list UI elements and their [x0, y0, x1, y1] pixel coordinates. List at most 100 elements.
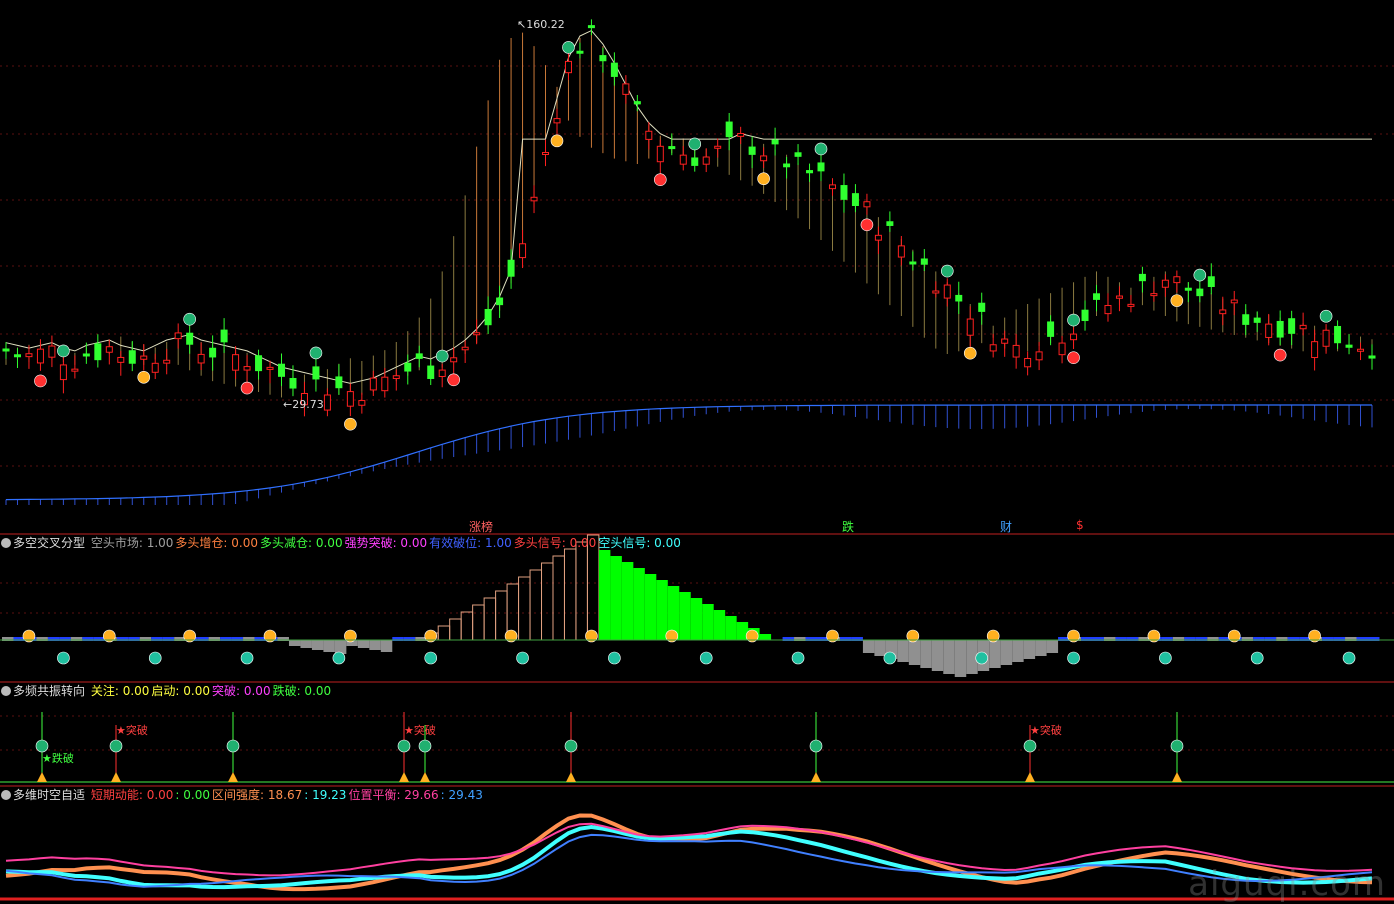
candle-body — [656, 145, 664, 163]
pressure-marker — [562, 41, 575, 54]
candle-body — [610, 62, 618, 77]
signal-label-4: ★突破 — [1030, 724, 1062, 737]
candle-body — [82, 353, 90, 357]
panel2-header: 多频共振转向 关注: 0.00 启动: 0.00 突破: 0.00 跌破: 0.00 — [0, 683, 335, 699]
signal-triangle — [37, 772, 47, 782]
candle-body — [1265, 323, 1273, 338]
candle-body — [966, 318, 974, 336]
indicator-4: 有效破位: 1.00 — [429, 536, 512, 550]
candle-body — [335, 376, 343, 389]
pressure-marker — [424, 651, 438, 665]
candle-body — [1368, 355, 1376, 359]
indicator-0: 空头市场: 1.00 — [90, 536, 174, 550]
gear-icon[interactable] — [1, 790, 11, 800]
signal-marker — [809, 739, 823, 753]
panel1-header: 多空交叉分型 空头市场: 1.00 多头增仓: 0.00 多头减仓: 0.00 强势突… — [0, 535, 685, 551]
candle-body — [1012, 344, 1020, 358]
candle-body — [714, 145, 722, 149]
candle-body — [461, 346, 469, 351]
candle-body — [473, 332, 481, 336]
candle-body — [94, 343, 102, 361]
candle-body — [1024, 357, 1032, 368]
candle-body — [668, 146, 676, 150]
lower-band-line — [5, 404, 1372, 501]
candle-body — [323, 394, 331, 411]
candle-body — [117, 356, 125, 363]
bull-bar-hollow — [541, 562, 554, 641]
event-label-dollar: $ — [1076, 518, 1084, 532]
pressure-marker — [608, 651, 621, 665]
bull-bar-hollow — [472, 604, 485, 641]
signal-label-2: ★突破 — [116, 724, 148, 737]
candle-body — [806, 170, 814, 174]
bear-bar — [1035, 640, 1047, 656]
signal-marker — [1170, 294, 1184, 307]
candle-body — [438, 369, 446, 377]
candle-body — [1150, 293, 1158, 297]
candle-body — [1127, 303, 1135, 307]
bull-bar-hollow — [518, 576, 531, 641]
bear-bar — [334, 640, 347, 654]
bear-bar — [931, 640, 944, 671]
watermark: aiguqi.com — [1188, 864, 1386, 904]
pressure-marker — [57, 651, 70, 665]
candle-body — [1115, 295, 1123, 299]
bull-bar-solid — [633, 568, 645, 640]
pressure-marker — [1067, 313, 1080, 327]
gear-icon[interactable] — [1, 686, 11, 696]
bull-bar-hollow — [437, 625, 451, 641]
candle-body — [1001, 338, 1009, 344]
signal-marker — [34, 374, 47, 388]
signal-marker — [757, 172, 770, 186]
grid-lines — [0, 65, 1394, 901]
bear-bar — [897, 640, 909, 662]
pressure-marker — [883, 651, 897, 665]
bull-bar-solid — [598, 550, 611, 640]
bull-bar-hollow — [460, 611, 474, 641]
pressure-marker — [148, 651, 162, 665]
pressure-marker — [183, 312, 196, 326]
candle-body — [771, 139, 779, 145]
signal-marker — [137, 370, 151, 384]
indicator-6: 空头信号: 0.00 — [598, 536, 681, 550]
bull-bar-hollow — [563, 548, 577, 641]
indicator-2: 突破: 0.00 — [212, 684, 271, 698]
bear-bar — [874, 640, 886, 656]
candle-body — [1161, 279, 1169, 288]
candle-body — [1138, 273, 1146, 282]
pressure-marker — [1159, 651, 1172, 665]
candle-body — [1345, 344, 1353, 348]
pressure-marker — [1193, 268, 1207, 282]
panel3-header: 多维时空自适 短期动能: 0.00: 0.00 区间强度: 18.67: 19.2… — [0, 787, 487, 803]
bull-bar-hollow — [495, 590, 508, 641]
candle-body — [128, 350, 136, 364]
candle-body — [450, 357, 458, 363]
pressure-marker — [940, 264, 954, 278]
indicator-4: 位置平衡: 29.66 — [348, 788, 439, 802]
bull-bar-solid — [644, 574, 657, 640]
bear-bar — [369, 640, 381, 650]
candle-body — [886, 221, 894, 226]
candle-body — [220, 329, 228, 343]
candle-body — [209, 347, 217, 358]
gear-icon[interactable] — [1, 538, 11, 548]
pressure-marker — [1319, 309, 1333, 323]
candle-body — [1184, 287, 1192, 291]
envelope-upper — [5, 29, 1372, 384]
signal-marker — [1170, 739, 1184, 753]
candle-body — [1334, 325, 1342, 344]
pressure-marker — [1250, 651, 1264, 665]
candle-body — [794, 152, 802, 157]
indicator-5: 多头信号: 0.00 — [513, 536, 597, 550]
candle-body — [622, 83, 630, 95]
candle-body — [702, 156, 710, 165]
pressure-marker — [1342, 651, 1356, 665]
bull-bar-hollow — [449, 618, 462, 641]
signal-marker — [344, 417, 357, 431]
signal-marker — [1273, 348, 1287, 362]
candle-body — [519, 243, 527, 259]
bull-bar-solid — [690, 598, 703, 640]
candle-body — [587, 25, 595, 29]
candle-body — [71, 368, 79, 372]
candle-body — [1058, 342, 1066, 356]
